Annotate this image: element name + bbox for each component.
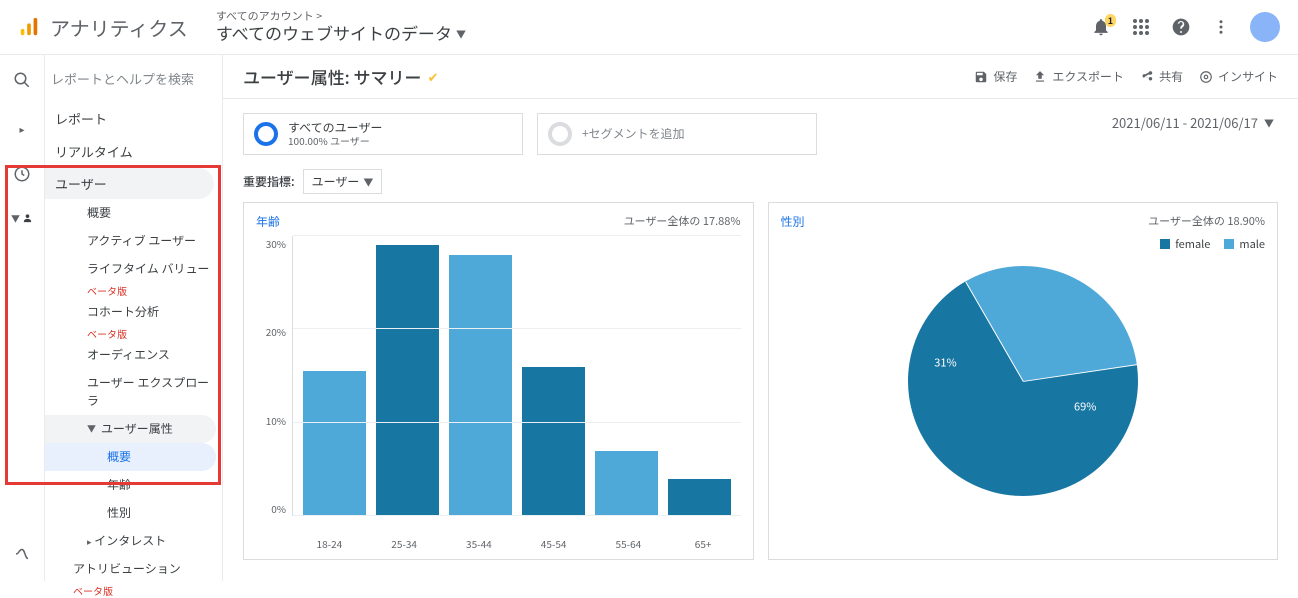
save-button[interactable]: 保存 xyxy=(974,68,1017,85)
nav-interest[interactable]: ▸ インタレスト xyxy=(45,527,222,555)
age-card: 年齢 ユーザー全体の 17.88% 30%20%10%0% 18-2425-34… xyxy=(243,202,754,560)
nav-overview[interactable]: 概要 xyxy=(45,199,222,227)
bar-25-34[interactable] xyxy=(376,245,439,516)
user-icon[interactable]: ▼ xyxy=(11,207,33,229)
nav-user-explorer[interactable]: ユーザー エクスプローラ xyxy=(45,369,222,415)
chevron-down-icon: ▼ xyxy=(87,422,96,436)
nav-user-section[interactable]: ユーザー xyxy=(45,168,214,199)
bar-55-64[interactable] xyxy=(595,451,658,516)
more-vert-icon[interactable] xyxy=(1210,16,1232,38)
segment-circle-icon xyxy=(254,122,278,146)
nav-cohort[interactable]: コホート分析 xyxy=(45,298,222,326)
nav-ltv[interactable]: ライフタイム バリュー xyxy=(45,255,222,283)
nav-reports[interactable]: レポート xyxy=(45,102,222,135)
notification-badge: 1 xyxy=(1105,14,1116,27)
card-subtitle: ユーザー全体の 17.88% xyxy=(624,213,741,230)
pie-label-female: 69% xyxy=(1074,398,1096,414)
gender-card: 性別 ユーザー全体の 18.90% female male 31% 69% xyxy=(768,202,1279,560)
app-header: アナリティクス すべてのアカウント > すべてのウェブサイトのデータ ▼ 1 xyxy=(0,0,1298,55)
attribution-icon[interactable] xyxy=(11,543,33,565)
apps-grid-icon[interactable] xyxy=(1130,16,1152,38)
account-selector[interactable]: すべてのアカウント > すべてのウェブサイトのデータ ▼ xyxy=(216,10,466,44)
share-button[interactable]: 共有 xyxy=(1140,68,1183,85)
chevron-right-icon[interactable]: ▸ xyxy=(11,117,33,139)
pie-chart: 31% 69% xyxy=(866,224,1180,538)
icon-rail: ▸ ▼ xyxy=(0,55,45,581)
bar-65+[interactable] xyxy=(668,479,731,516)
search-placeholder[interactable]: レポートとヘルプを検索 xyxy=(45,55,222,102)
legend-swatch-icon xyxy=(1160,239,1170,249)
nav-demographics-overview[interactable]: 概要 xyxy=(45,443,216,471)
nav-active-users[interactable]: アクティブ ユーザー xyxy=(45,227,222,255)
segment-sublabel: 100.00% ユーザー xyxy=(288,135,382,147)
segment-add[interactable]: +セグメントを追加 xyxy=(537,113,817,155)
main-content: ユーザー属性: サマリー ✔ 保存 エクスポート 共有 インサイト すべてのユー… xyxy=(223,55,1298,581)
notifications-icon[interactable]: 1 xyxy=(1090,16,1112,38)
chevron-right-icon: ▸ xyxy=(87,535,92,548)
brand-logo[interactable]: アナリティクス xyxy=(18,13,188,42)
bar-45-54[interactable] xyxy=(522,367,585,516)
help-icon[interactable] xyxy=(1170,16,1192,38)
segment-circle-icon xyxy=(548,122,572,146)
chart-x-axis: 18-2425-3435-4445-5455-6465+ xyxy=(256,536,741,551)
segment-all-users[interactable]: すべてのユーザー 100.00% ユーザー xyxy=(243,113,523,155)
export-button[interactable]: エクスポート xyxy=(1033,68,1124,85)
user-avatar[interactable] xyxy=(1250,12,1280,42)
nav-realtime[interactable]: リアルタイム xyxy=(45,135,222,168)
chevron-down-icon: ▼ xyxy=(363,174,373,189)
beta-label: ベータ版 xyxy=(45,326,222,341)
card-subtitle: ユーザー全体の 18.90% xyxy=(1148,213,1265,230)
sidebar-nav: レポートとヘルプを検索 レポート リアルタイム ユーザー 概要 アクティブ ユー… xyxy=(45,55,223,581)
nav-audience[interactable]: オーディエンス xyxy=(45,341,222,369)
pie-legend: female male xyxy=(1160,236,1265,252)
nav-gender[interactable]: 性別 xyxy=(45,499,222,527)
date-range-picker[interactable]: 2021/06/11 - 2021/06/17 ▼ xyxy=(1112,113,1278,132)
chart-y-axis: 30%20%10%0% xyxy=(256,236,292,516)
property-name: すべてのウェブサイトのデータ xyxy=(216,23,452,43)
chevron-down-icon: ▼ xyxy=(456,28,466,40)
verified-badge-icon: ✔ xyxy=(428,67,439,86)
brand-name: アナリティクス xyxy=(50,13,188,42)
clock-icon[interactable] xyxy=(11,163,33,185)
chevron-down-icon: ▼ xyxy=(1264,115,1274,130)
nav-demographics[interactable]: ▼ユーザー属性 xyxy=(45,415,216,443)
card-title[interactable]: 年齢 xyxy=(256,213,280,230)
card-title[interactable]: 性別 xyxy=(781,213,805,230)
legend-swatch-icon xyxy=(1224,239,1234,249)
nav-age[interactable]: 年齢 xyxy=(45,471,222,499)
search-icon[interactable] xyxy=(11,69,33,91)
bar-18-24[interactable] xyxy=(303,371,366,516)
beta-label: ベータ版 xyxy=(45,583,222,598)
segment-add-label: +セグメントを追加 xyxy=(582,127,685,141)
bar-chart-plot xyxy=(292,236,741,516)
page-toolbar: ユーザー属性: サマリー ✔ 保存 エクスポート 共有 インサイト xyxy=(223,55,1298,99)
nav-attribution[interactable]: アトリビューション xyxy=(45,555,222,583)
page-title: ユーザー属性: サマリー ✔ xyxy=(243,64,438,89)
insight-button[interactable]: インサイト xyxy=(1199,68,1278,85)
metric-label: 重要指標: xyxy=(243,173,295,190)
beta-label: ベータ版 xyxy=(45,283,222,298)
bar-35-44[interactable] xyxy=(449,255,512,516)
metric-selector[interactable]: ユーザー ▼ xyxy=(303,169,383,194)
pie-label-male: 31% xyxy=(934,354,956,370)
analytics-logo-icon xyxy=(18,16,40,38)
